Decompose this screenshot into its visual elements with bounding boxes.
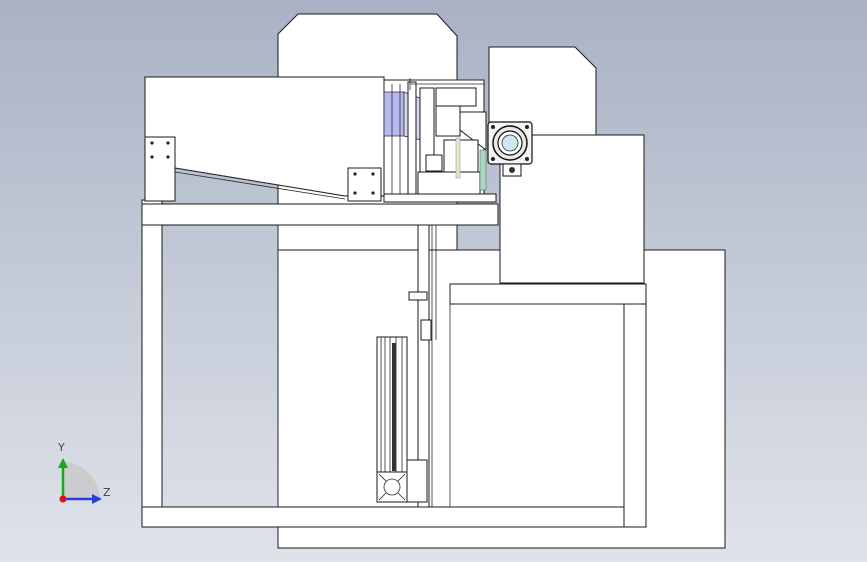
coordinate-triad (58, 458, 102, 504)
x-axis-origin-icon (59, 495, 67, 503)
y-axis-label: Y (58, 441, 65, 454)
z-axis-label: Z (103, 486, 111, 499)
cad-viewport[interactable]: Y Z (0, 0, 867, 562)
